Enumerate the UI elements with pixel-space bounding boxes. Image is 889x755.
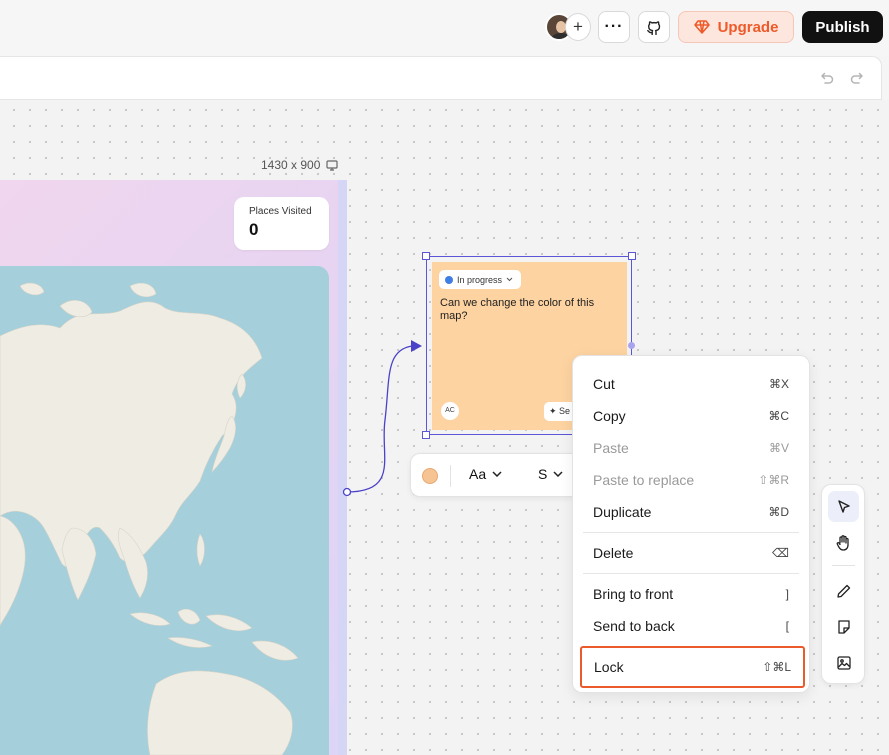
sticky-tool[interactable] <box>828 611 859 642</box>
sticky-note-icon <box>837 619 850 634</box>
author-avatar: AC <box>441 402 459 420</box>
frame-size-text: 1430 x 900 <box>261 158 321 172</box>
github-icon <box>647 21 661 35</box>
status-label: In progress <box>457 274 503 285</box>
add-collaborator-button[interactable]: + <box>565 13 591 41</box>
cursor-icon <box>837 499 850 513</box>
menu-item-bring-to-front[interactable]: Bring to front ] <box>581 578 801 610</box>
menu-item-copy[interactable]: Copy ⌘C <box>581 400 801 432</box>
menu-item-paste[interactable]: Paste ⌘V <box>581 432 801 464</box>
stat-value: 0 <box>249 220 259 239</box>
menu-item-label: Bring to front <box>593 586 674 602</box>
menu-shortcut: ⌘C <box>768 409 789 423</box>
places-visited-card[interactable]: Places Visited 0 <box>234 197 329 250</box>
land-shapes <box>0 282 299 755</box>
menu-item-label: Paste <box>593 440 629 456</box>
status-dot <box>445 275 453 284</box>
size-label: S <box>538 466 548 482</box>
menu-item-send-to-back[interactable]: Send to back [ <box>581 610 801 642</box>
hand-tool[interactable] <box>828 527 859 558</box>
collaborators[interactable]: + <box>545 12 591 42</box>
redo-icon[interactable] <box>849 69 867 87</box>
font-label: Aa <box>469 466 487 482</box>
menu-shortcut: ⌫ <box>772 546 789 560</box>
divider <box>832 565 855 566</box>
resize-handle-tr[interactable] <box>628 252 636 260</box>
pencil-icon <box>836 584 850 598</box>
pencil-tool[interactable] <box>828 575 859 606</box>
desktop-icon <box>326 159 338 171</box>
menu-item-label: Lock <box>594 659 624 675</box>
menu-item-label: Duplicate <box>593 504 652 520</box>
chevron-down-icon <box>492 471 502 477</box>
context-menu: Cut ⌘X Copy ⌘C Paste ⌘V Paste to replace… <box>572 355 810 693</box>
menu-item-label: Copy <box>593 408 626 424</box>
more-options-button[interactable]: ··· <box>598 11 630 43</box>
diamond-icon <box>693 20 710 34</box>
secondary-toolbar <box>0 56 882 100</box>
menu-separator <box>583 646 799 647</box>
chevron-down-icon <box>506 277 513 282</box>
chevron-down-icon <box>553 471 563 477</box>
menu-item-label: Cut <box>593 376 615 392</box>
menu-item-lock[interactable]: Lock ⇧⌘L <box>580 646 805 688</box>
color-picker[interactable] <box>422 468 438 484</box>
image-tool[interactable] <box>828 647 859 678</box>
upgrade-button[interactable]: Upgrade <box>678 11 794 43</box>
menu-item-label: Send to back <box>593 618 675 634</box>
image-icon <box>836 655 851 670</box>
menu-item-label: Paste to replace <box>593 472 695 488</box>
menu-separator <box>583 532 799 533</box>
tools-panel <box>821 484 865 684</box>
menu-shortcut: ⇧⌘L <box>762 660 791 674</box>
menu-item-delete[interactable]: Delete ⌫ <box>581 537 801 569</box>
select-tool[interactable] <box>828 491 859 522</box>
menu-item-paste-to-replace[interactable]: Paste to replace ⇧⌘R <box>581 464 801 496</box>
resize-handle-tl[interactable] <box>422 252 430 260</box>
menu-separator <box>583 573 799 574</box>
menu-shortcut: ⌘X <box>768 377 789 391</box>
frame-edge <box>338 180 347 755</box>
stat-label: Places Visited <box>249 206 312 217</box>
top-bar: + ··· Upgrade Publish <box>0 0 889 56</box>
hand-icon <box>836 535 849 551</box>
github-button[interactable] <box>638 11 670 43</box>
size-dropdown[interactable]: S <box>538 466 563 482</box>
upgrade-label: Upgrade <box>717 18 779 36</box>
menu-shortcut: ⇧⌘R <box>758 473 789 487</box>
menu-shortcut: ⌘D <box>768 505 789 519</box>
menu-shortcut: ] <box>785 587 789 601</box>
menu-item-duplicate[interactable]: Duplicate ⌘D <box>581 496 801 528</box>
world-map[interactable] <box>0 266 329 755</box>
frame-size-label: 1430 x 900 <box>261 158 338 172</box>
divider <box>450 465 451 487</box>
menu-shortcut: ⌘V <box>768 441 789 455</box>
menu-item-label: Delete <box>593 545 634 561</box>
font-dropdown[interactable]: Aa <box>469 466 502 482</box>
publish-button[interactable]: Publish <box>802 11 883 43</box>
status-dropdown[interactable]: In progress <box>439 270 522 289</box>
resize-handle-bl[interactable] <box>422 431 430 439</box>
sticky-text[interactable]: Can we change the color of this map? <box>440 297 616 323</box>
menu-item-cut[interactable]: Cut ⌘X <box>581 368 801 400</box>
undo-icon[interactable] <box>817 69 835 87</box>
format-toolbar: Aa S <box>410 453 582 497</box>
connector-handle[interactable] <box>628 342 635 349</box>
menu-shortcut: [ <box>785 619 789 633</box>
